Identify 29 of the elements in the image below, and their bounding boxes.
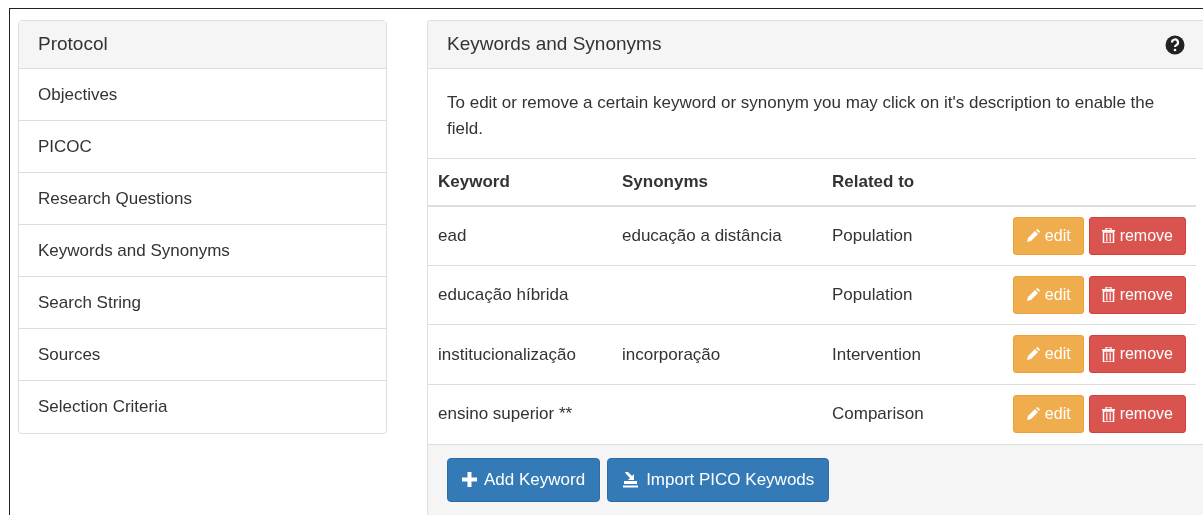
column-header: Keyword: [438, 172, 510, 191]
remove-button[interactable]: remove: [1088, 335, 1186, 374]
sidebar-item[interactable]: PICOC: [19, 121, 386, 173]
column-header: Synonyms: [622, 172, 708, 191]
add-keyword-button[interactable]: Add Keyword: [447, 457, 601, 502]
table-cell: institucionalização: [438, 344, 576, 364]
sidebar-item[interactable]: Sources: [19, 329, 386, 381]
column-header: Related to: [832, 172, 915, 191]
table-cell: educação a distância: [622, 225, 782, 245]
sidebar-item[interactable]: Keywords and Synonyms: [19, 225, 386, 277]
panel-title: Protocol: [38, 32, 108, 57]
table-cell: Population: [832, 225, 913, 245]
remove-button[interactable]: remove: [1088, 216, 1186, 255]
remove-button[interactable]: remove: [1088, 395, 1186, 433]
sidebar-item[interactable]: Selection Criteria: [19, 381, 386, 433]
sidebar-item[interactable]: Objectives: [19, 69, 386, 121]
table-cell: educação híbrida: [438, 285, 569, 304]
panel-title: Keywords and Synonyms: [447, 32, 662, 57]
remove-button[interactable]: remove: [1088, 275, 1186, 314]
table-cell: Intervention: [832, 344, 921, 364]
table-cell: ead: [438, 225, 467, 245]
import-button[interactable]: Import PICO Keywods: [607, 457, 830, 502]
table-cell: Population: [832, 285, 913, 304]
sidebar-item[interactable]: Research Questions: [19, 173, 386, 225]
sidebar-item[interactable]: Search String: [19, 277, 386, 329]
table-cell: Comparison: [832, 404, 924, 424]
help-text: To edit or remove a certain keyword or synonym you may click on it's description to enable the field.: [446, 92, 1156, 140]
table-cell: ensino superior **: [438, 404, 573, 424]
table-cell: incorporação: [622, 344, 721, 364]
